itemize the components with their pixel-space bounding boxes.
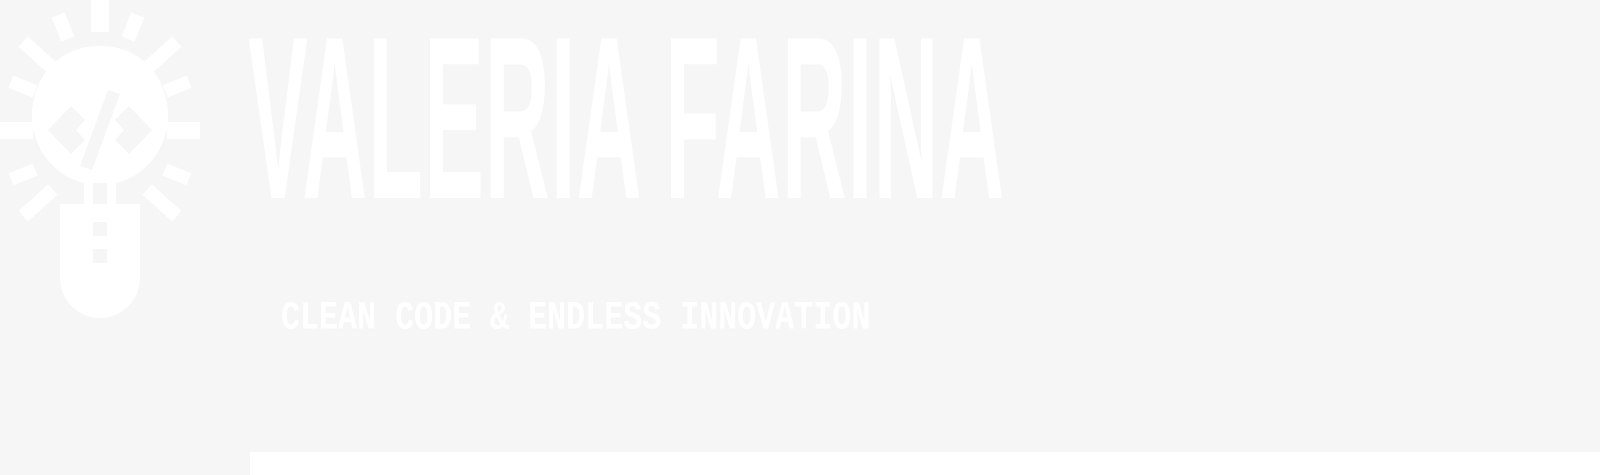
underline-bar	[250, 452, 1600, 475]
brand-tagline: CLEAN CODE & ENDLESS INNOVATION	[281, 296, 871, 342]
brand-name: VALERIA FARINA	[248, 0, 1006, 240]
